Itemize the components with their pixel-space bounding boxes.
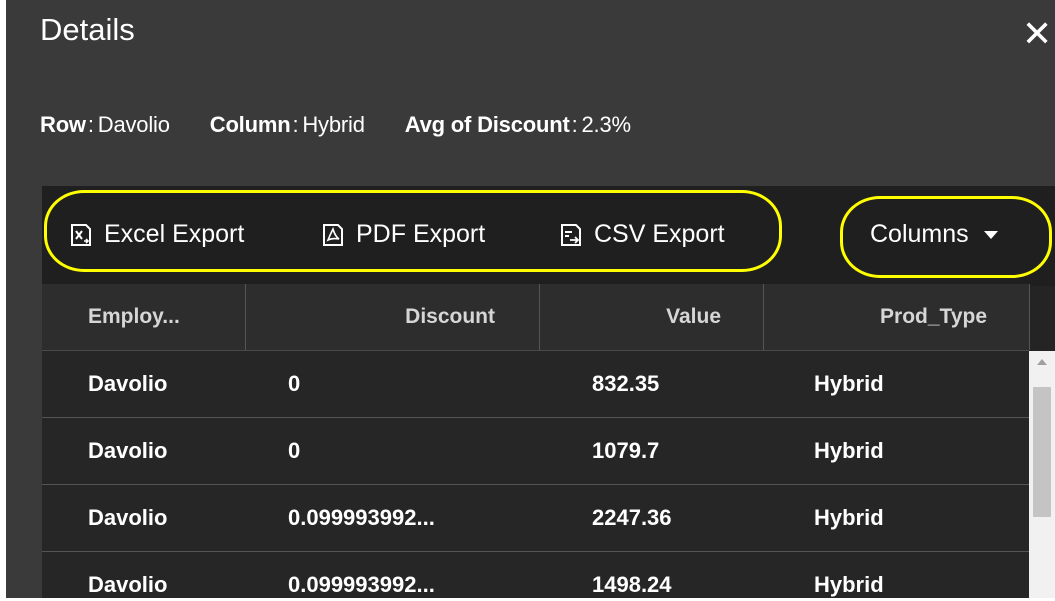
cell-prod-type: Hybrid xyxy=(814,505,884,530)
header-prod-type[interactable]: Prod_Type xyxy=(764,284,1030,350)
export-highlight-annotation xyxy=(44,190,782,272)
table-row[interactable]: Davolio 0 1079.7 Hybrid xyxy=(42,418,1029,485)
table-row[interactable]: Davolio 0.099993992... 2247.36 Hybrid xyxy=(42,485,1029,552)
measure-value: 2.3% xyxy=(581,112,632,137)
cell-value: 1079.7 xyxy=(592,438,660,463)
cell-discount: 0 xyxy=(288,371,301,396)
cell-employee: Davolio xyxy=(88,438,168,463)
row-value: Davolio xyxy=(97,112,170,137)
header-value[interactable]: Value xyxy=(540,284,764,350)
cell-employee: Davolio xyxy=(88,371,168,396)
scroll-up-icon[interactable] xyxy=(1037,359,1047,365)
header-employee[interactable]: Employ... xyxy=(42,284,246,350)
table-row[interactable]: Davolio 0.099993992... 1498.24 Hybrid xyxy=(42,552,1029,598)
cell-value: 2247.36 xyxy=(592,505,672,530)
close-icon[interactable]: ✕ xyxy=(1022,16,1052,52)
details-dialog: Details ✕ Row: Davolio Column: Hybrid Avg of… xyxy=(6,0,1055,598)
columns-highlight-annotation xyxy=(840,196,1052,278)
header-discount[interactable]: Discount xyxy=(246,284,540,350)
column-label: Column xyxy=(209,112,291,137)
grid-body: Davolio 0 832.35 Hybrid Davolio 0 1079.7… xyxy=(42,351,1029,598)
table-row[interactable]: Davolio 0 832.35 Hybrid xyxy=(42,351,1029,418)
cell-discount: 0.099993992... xyxy=(288,505,435,530)
cell-discount: 0.099993992... xyxy=(288,572,435,597)
grid-header: Employ... Discount Value Prod_Type xyxy=(42,284,1030,351)
details-grid: Excel Export PDF Export CSV Export Colum… xyxy=(42,186,1055,598)
cell-discount: 0 xyxy=(288,438,301,463)
cell-prod-type: Hybrid xyxy=(814,438,884,463)
row-label: Row xyxy=(40,112,86,137)
vertical-scrollbar[interactable] xyxy=(1029,351,1055,598)
cell-value: 832.35 xyxy=(592,371,660,396)
cell-prod-type: Hybrid xyxy=(814,572,884,597)
cell-employee: Davolio xyxy=(88,505,168,530)
cell-prod-type: Hybrid xyxy=(814,371,884,396)
measure-label: Avg of Discount xyxy=(404,112,570,137)
column-value: Hybrid xyxy=(302,112,365,137)
drill-summary: Row: Davolio Column: Hybrid Avg of Discount:… xyxy=(40,112,632,137)
cell-value: 1498.24 xyxy=(592,572,672,597)
cell-employee: Davolio xyxy=(88,572,168,597)
scrollbar-thumb[interactable] xyxy=(1033,387,1051,517)
dialog-title: Details xyxy=(40,12,135,47)
